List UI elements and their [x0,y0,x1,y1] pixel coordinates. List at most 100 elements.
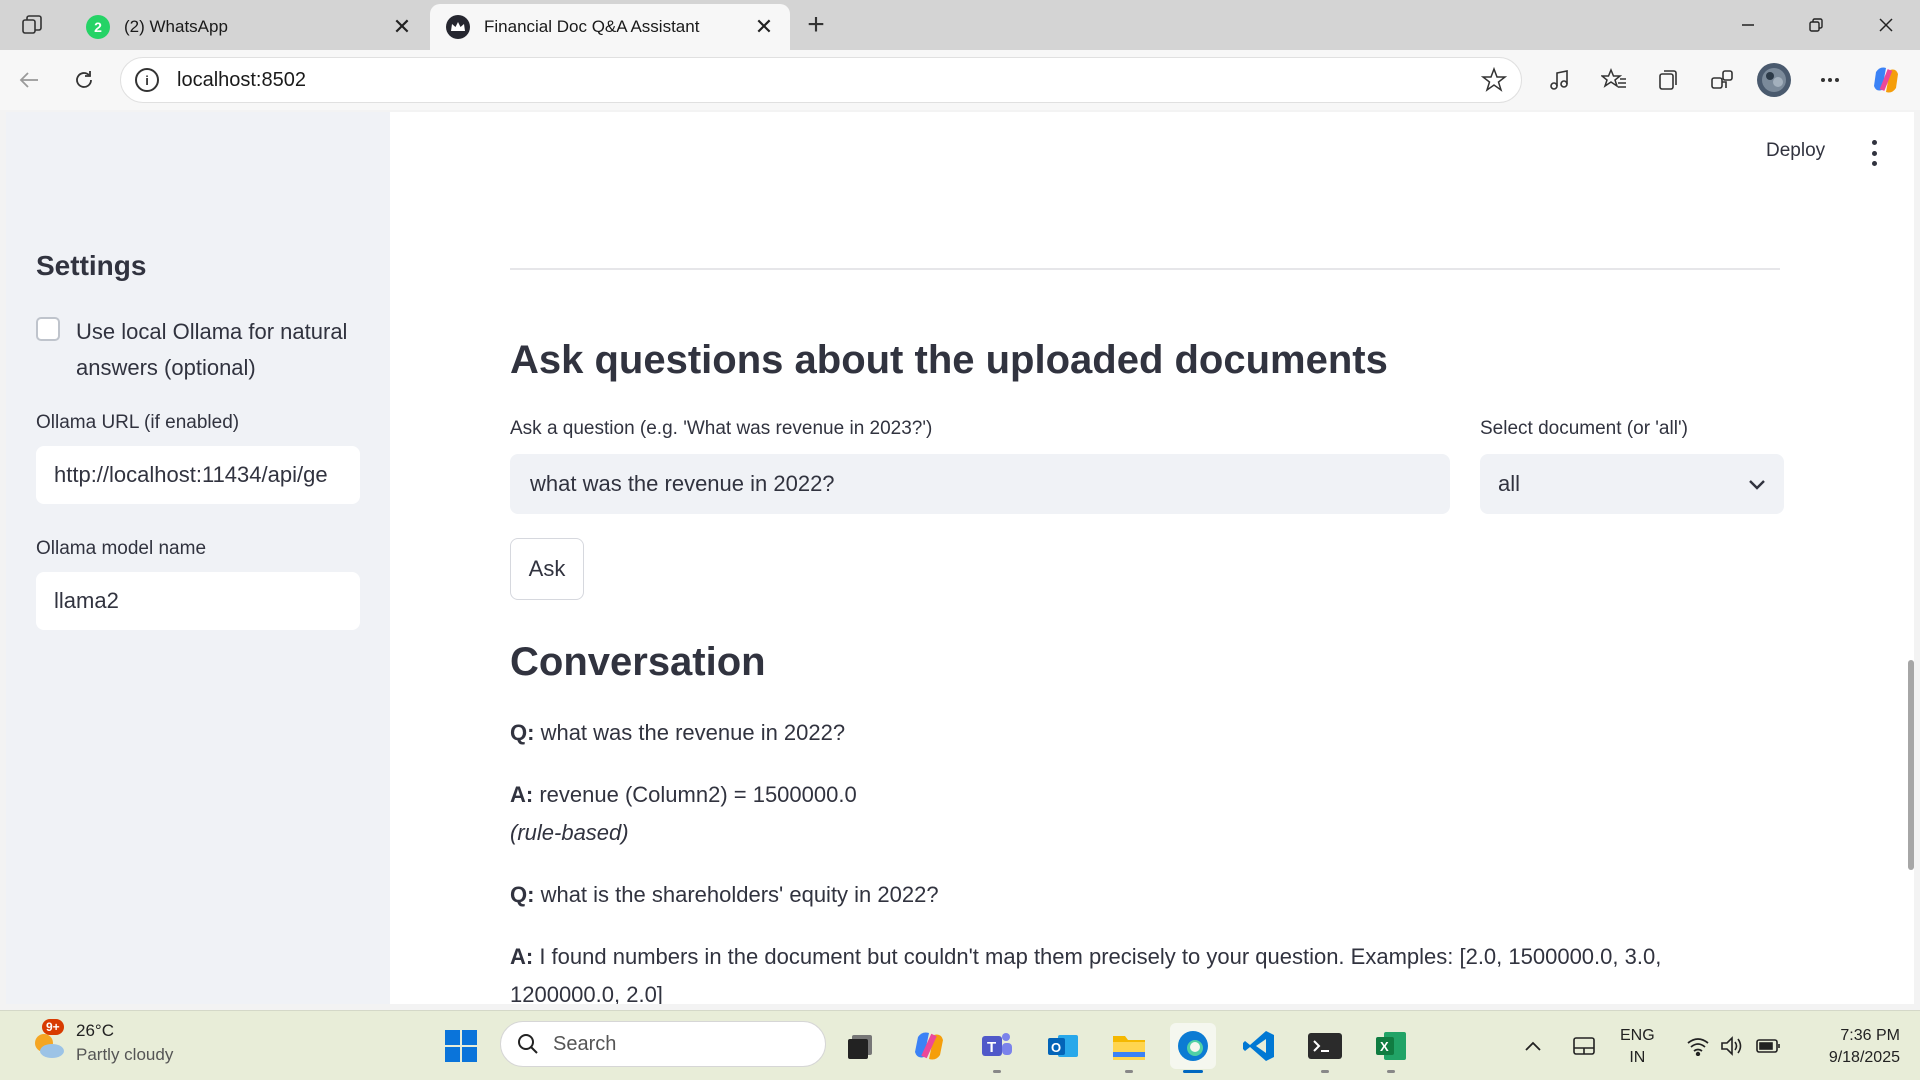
teams-icon[interactable]: T [974,1023,1020,1073]
streamlit-app: Settings Use local Ollama for natural an… [6,112,1914,1004]
close-icon[interactable]: ✕ [752,14,776,39]
more-options-icon[interactable] [1812,62,1848,98]
tab-title: (2) WhatsApp [124,17,228,36]
ollama-checkbox[interactable] [36,317,60,341]
clock-date: 9/18/2025 [1828,1049,1900,1066]
new-tab-button[interactable]: + [800,8,832,41]
answer-prefix: A: [510,782,534,807]
main-menu-icon[interactable] [1864,140,1884,166]
language-code: ENG [1620,1027,1655,1044]
ollama-checkbox-row[interactable]: Use local Ollama for natural answers (op… [36,314,376,386]
svg-text:T: T [987,1039,996,1056]
copilot-app-icon[interactable] [906,1023,952,1069]
restore-button[interactable] [1796,8,1836,42]
whatsapp-icon: 2 [86,15,110,39]
answer-note-text: (rule-based) [510,820,629,845]
task-view-icon[interactable] [838,1023,884,1069]
close-window-button[interactable] [1866,8,1906,42]
svg-text:X: X [1380,1039,1389,1054]
model-name-label: Ollama model name [36,538,207,559]
running-indicator [1387,1070,1395,1073]
chevron-down-icon [1748,471,1766,497]
wifi-icon[interactable] [1686,1011,1710,1080]
workspaces-icon[interactable] [14,10,50,40]
file-explorer-icon[interactable] [1106,1023,1152,1073]
collections-icon[interactable] [1650,62,1686,98]
partly-cloudy-icon: 9+ [28,1019,68,1063]
document-select-label: Select document (or 'all') [1480,418,1688,439]
scrollbar[interactable] [1902,112,1914,1004]
running-indicator [1321,1070,1329,1073]
main-content: Deploy Ask questions about the uploaded … [390,112,1914,1004]
search-icon [517,1033,539,1055]
question-prefix: Q: [510,720,535,745]
conversation-question: Q: what is the shareholders' equity in 2… [510,882,939,908]
tab-whatsapp[interactable]: 2 (2) WhatsApp ✕ [70,4,428,50]
ollama-url-label: Ollama URL (if enabled) [36,412,240,433]
edge-icon[interactable] [1170,1023,1216,1073]
question-input[interactable]: what was the revenue in 2022? [510,454,1450,514]
svg-text:O: O [1051,1040,1061,1055]
sidebar: Settings Use local Ollama for natural an… [6,112,390,1004]
ollama-url-input[interactable]: http://localhost:11434/api/ge [36,446,360,504]
scrollbar-thumb[interactable] [1908,660,1914,870]
weather-widget[interactable]: 9+ 26°C Partly cloudy [28,1019,173,1067]
document-select[interactable]: all [1480,454,1784,514]
region-code: IN [1629,1049,1646,1066]
profile-avatar[interactable] [1756,62,1792,98]
running-indicator [1183,1070,1203,1073]
tab-title: Financial Doc Q&A Assistant [484,17,700,36]
question-prefix: Q: [510,882,535,907]
weather-temp: 26°C [76,1021,114,1040]
favorites-icon[interactable] [1596,62,1632,98]
divider [510,268,1780,270]
taskbar: 9+ 26°C Partly cloudy Search T O X ENG I… [0,1010,1920,1080]
running-indicator [1125,1070,1133,1073]
model-name-input[interactable]: llama2 [36,572,360,630]
address-bar[interactable]: i localhost:8502 [120,57,1522,103]
streamlit-crown-icon [446,15,470,39]
document-select-value: all [1498,471,1521,496]
show-hidden-icons[interactable] [1524,1011,1542,1080]
ollama-checkbox-label: Use local Ollama for natural answers (op… [76,319,348,380]
weather-text: 26°C Partly cloudy [76,1019,173,1067]
answer-continuation: 1200000.0, 2.0] [510,982,663,1004]
question-label: Ask a question (e.g. 'What was revenue i… [510,418,933,439]
copilot-icon[interactable] [1868,62,1904,98]
minimize-button[interactable] [1728,8,1768,42]
excel-icon[interactable]: X [1368,1023,1414,1073]
vscode-icon[interactable] [1236,1023,1282,1069]
tab-financial-doc[interactable]: Financial Doc Q&A Assistant ✕ [430,4,790,50]
question-text: what is the shareholders' equity in 2022… [534,882,939,907]
search-placeholder: Search [553,1032,617,1055]
site-info-icon[interactable]: i [135,68,159,92]
favorite-star-icon[interactable] [1480,66,1508,98]
url-text: localhost:8502 [177,68,306,91]
refresh-button[interactable] [66,62,102,98]
clock-time: 7:36 PM [1840,1027,1900,1044]
touchpad-icon[interactable] [1572,1011,1596,1080]
media-icon[interactable] [1542,62,1578,98]
deploy-button[interactable]: Deploy [1766,140,1825,162]
weather-desc: Partly cloudy [76,1045,174,1064]
terminal-icon[interactable] [1302,1023,1348,1073]
clock[interactable]: 7:36 PM 9/18/2025 [1800,1025,1900,1069]
close-icon[interactable]: ✕ [390,14,414,39]
extensions-icon[interactable] [1704,62,1740,98]
answer-continuation-text: 1200000.0, 2.0] [510,982,663,1004]
weather-badge: 9+ [42,1019,64,1035]
page-heading: Ask questions about the uploaded documen… [510,338,1388,382]
volume-icon[interactable] [1720,1011,1746,1080]
language-indicator[interactable]: ENG IN [1620,1025,1655,1069]
answer-text: revenue (Column2) = 1500000.0 [533,782,857,807]
conversation-answer: A: revenue (Column2) = 1500000.0 [510,782,857,808]
conversation-answer: A: I found numbers in the document but c… [510,944,1661,970]
taskbar-search[interactable]: Search [500,1021,826,1067]
back-button[interactable] [12,62,48,98]
ask-button[interactable]: Ask [510,538,584,600]
conversation-heading: Conversation [510,640,766,684]
outlook-icon[interactable]: O [1040,1023,1086,1069]
start-button[interactable] [438,1023,484,1069]
battery-icon[interactable] [1756,1011,1782,1080]
question-text: what was the revenue in 2022? [534,720,846,745]
